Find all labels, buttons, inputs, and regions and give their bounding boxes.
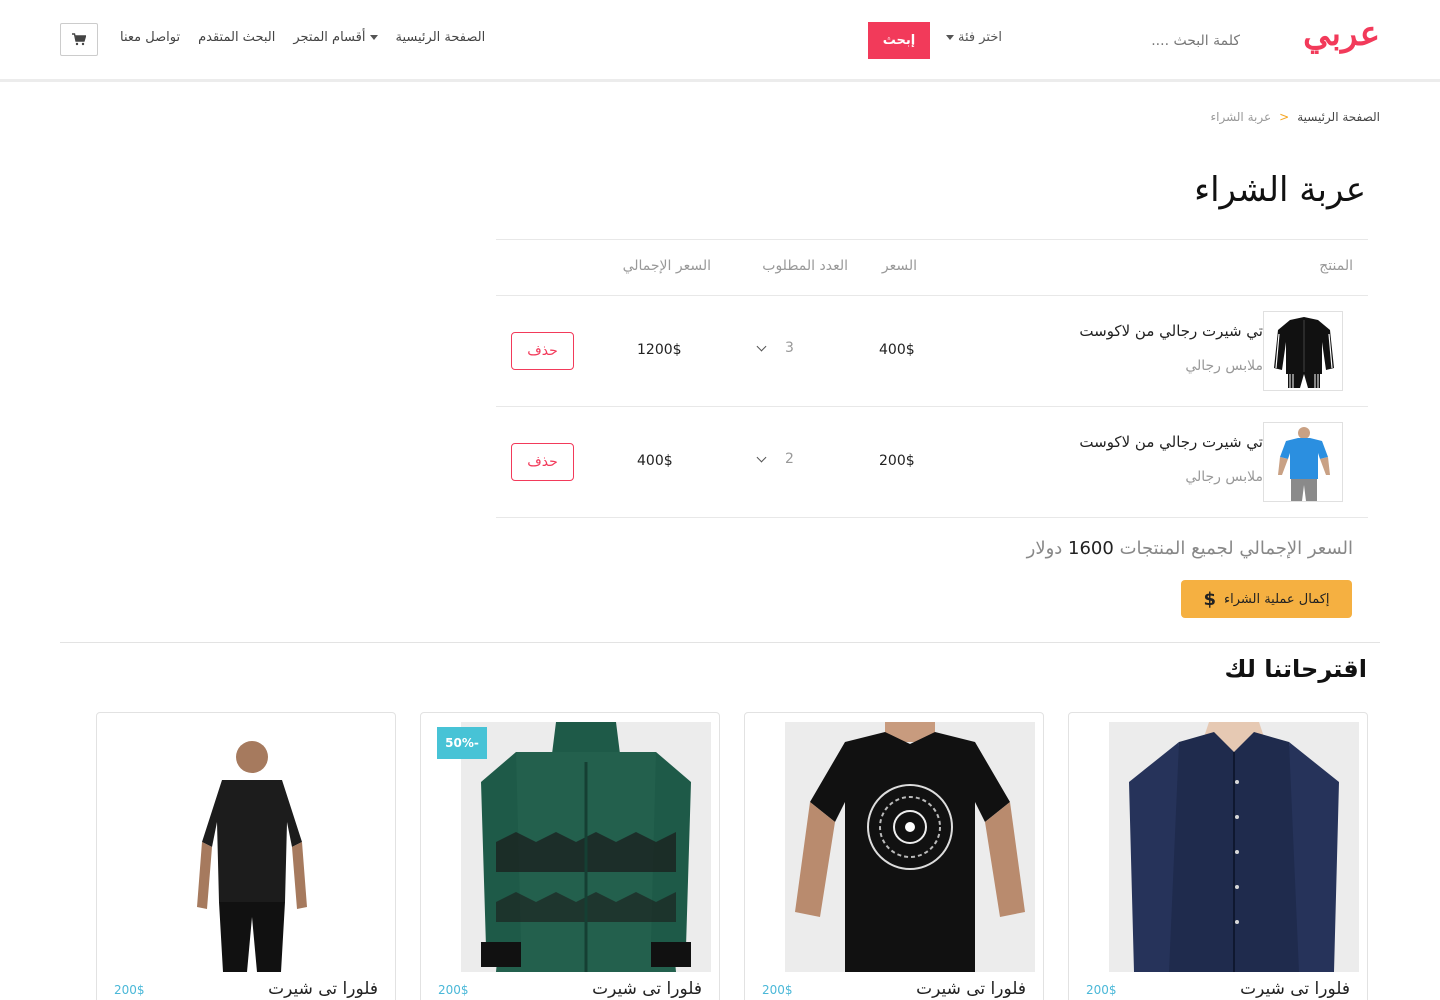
product-card-name: فلورا تى شيرت <box>592 979 702 999</box>
nav-advanced-search[interactable]: البحث المتقدم <box>198 30 275 45</box>
row-total: 400$ <box>637 453 673 469</box>
checkout-button[interactable]: إكمال عملية الشراء $ <box>1181 580 1352 618</box>
breadcrumb-home[interactable]: الصفحة الرئيسية <box>1297 110 1380 124</box>
product-card-name: فلورا تى شيرت <box>268 979 378 999</box>
delete-button[interactable]: حذف <box>511 332 574 370</box>
product-card[interactable]: فلورا تى شيرت 200$ <box>96 712 396 1000</box>
cart-table: المنتج السعر العدد المطلوب السعر الإجمال… <box>496 239 1368 518</box>
blue-tshirt-image <box>1264 423 1342 501</box>
product-image <box>785 722 1035 972</box>
product-thumbnail[interactable] <box>1263 311 1343 391</box>
breadcrumb-separator: > <box>1279 110 1290 124</box>
section-divider <box>60 642 1380 643</box>
product-card[interactable]: فلورا تى شيرت 200$ <box>744 712 1044 1000</box>
nav-contact[interactable]: تواصل معنا <box>120 30 180 45</box>
header-quantity: العدد المطلوب <box>762 258 848 274</box>
blouse-image <box>1109 722 1359 972</box>
green-jacket-image <box>461 722 711 972</box>
product-card-price: 200$ <box>438 983 469 997</box>
tracksuit-image <box>1264 312 1342 390</box>
shopping-cart-icon <box>72 33 86 46</box>
product-image <box>1109 722 1359 972</box>
table-row: تي شيرت رجالي من لاكوست ملابس رجالي 400$… <box>496 296 1368 407</box>
product-card-price: 200$ <box>762 983 793 997</box>
grand-total-amount: 1600 <box>1068 538 1114 559</box>
discount-badge: 50%- <box>437 727 487 759</box>
chevron-down-icon <box>756 452 767 462</box>
product-name[interactable]: تي شيرت رجالي من لاكوست <box>1079 322 1263 340</box>
breadcrumb: الصفحة الرئيسية > عربة الشراء <box>1210 110 1380 124</box>
delete-button[interactable]: حذف <box>511 443 574 481</box>
product-price: 400$ <box>879 342 915 358</box>
suggestions-title: اقترحاتنا لك <box>1224 655 1367 683</box>
search-input[interactable] <box>1060 26 1240 56</box>
site-header: عربي اختر فئة إبحث الصفحة الرئيسية أقسام… <box>0 0 1440 82</box>
product-card-price: 200$ <box>114 983 145 997</box>
category-dropdown-label: اختر فئة <box>958 30 1002 45</box>
search-button[interactable]: إبحث <box>868 22 930 59</box>
chevron-down-icon <box>756 341 767 351</box>
header-product: المنتج <box>1319 258 1353 274</box>
product-image <box>461 722 711 972</box>
quantity-select[interactable]: 2 <box>756 451 794 467</box>
cart-button[interactable] <box>60 23 98 56</box>
header-total: السعر الإجمالي <box>622 258 711 274</box>
product-card-name: فلورا تى شيرت <box>916 979 1026 999</box>
product-image <box>137 722 387 972</box>
grand-total-currency: دولار <box>1026 538 1063 559</box>
checkout-label: إكمال عملية الشراء <box>1224 591 1330 607</box>
page-title: عربة الشراء <box>1194 170 1366 210</box>
table-row: تي شيرت رجالي من لاكوست ملابس رجالي 200$… <box>496 407 1368 518</box>
quantity-value: 2 <box>785 451 794 467</box>
black-tshirt-image <box>785 722 1035 972</box>
quantity-select[interactable]: 3 <box>756 340 794 356</box>
product-category: ملابس رجالي <box>1185 358 1263 374</box>
product-name[interactable]: تي شيرت رجالي من لاكوست <box>1079 433 1263 451</box>
product-card[interactable]: فلورا تى شيرت 200$ <box>1068 712 1368 1000</box>
product-card[interactable]: 50%- فلورا تى شيرت 200$ <box>420 712 720 1000</box>
table-header: المنتج السعر العدد المطلوب السعر الإجمال… <box>496 239 1368 296</box>
product-card-name: فلورا تى شيرت <box>1240 979 1350 999</box>
site-logo[interactable]: عربي <box>1303 14 1380 54</box>
nav-home[interactable]: الصفحة الرئيسية <box>396 30 486 45</box>
quantity-value: 3 <box>785 340 794 356</box>
header-price: السعر <box>881 258 917 274</box>
product-card-price: 200$ <box>1086 983 1117 997</box>
row-total: 1200$ <box>637 342 682 358</box>
dollar-icon: $ <box>1203 588 1216 610</box>
caret-down-icon <box>946 35 954 40</box>
breadcrumb-current: عربة الشراء <box>1210 110 1272 124</box>
product-price: 200$ <box>879 453 915 469</box>
nav-store-sections[interactable]: أقسام المتجر <box>293 30 378 45</box>
grand-total: السعر الإجمالي لجميع المنتجات 1600 دولار <box>1027 538 1353 559</box>
main-nav: الصفحة الرئيسية أقسام المتجر البحث المتق… <box>120 30 485 45</box>
product-thumbnail[interactable] <box>1263 422 1343 502</box>
caret-down-icon <box>369 35 378 40</box>
nav-store-sections-label: أقسام المتجر <box>293 30 366 45</box>
product-category: ملابس رجالي <box>1185 469 1263 485</box>
man-tshirt-image <box>137 722 387 972</box>
grand-total-label: السعر الإجمالي لجميع المنتجات <box>1119 538 1353 559</box>
category-dropdown[interactable]: اختر فئة <box>946 30 1002 45</box>
